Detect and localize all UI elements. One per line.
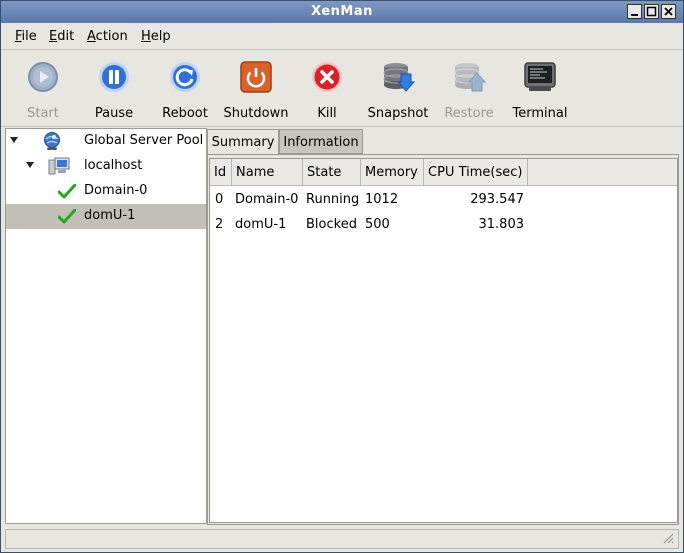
cell-memory: 1012 (365, 192, 399, 207)
menu-edit[interactable]: Edit (49, 29, 74, 44)
server-pool-icon (44, 132, 60, 150)
column-header-memory[interactable]: Memory (361, 159, 424, 186)
start-label: Start (27, 106, 59, 121)
snapshot-button[interactable]: Snapshot (364, 50, 432, 126)
tree-label: Global Server Pool (84, 133, 204, 148)
expander-expanded-icon[interactable] (10, 137, 18, 143)
cell-id: 0 (215, 192, 224, 207)
start-button[interactable]: Start (9, 50, 77, 126)
menu-action[interactable]: Action (87, 29, 128, 44)
menu-file[interactable]: File (15, 29, 37, 44)
close-button[interactable] (661, 4, 676, 19)
tree-item-global-server-pool[interactable]: Global Server Pool (6, 129, 206, 154)
cell-name: domU-1 (235, 217, 287, 232)
cell-state: Blocked (306, 217, 357, 232)
restore-button[interactable]: Restore (435, 50, 503, 126)
cell-cpu-time: 31.803 (478, 217, 525, 232)
maximize-icon (646, 6, 657, 17)
tree-item-domain-0[interactable]: Domain-0 (6, 179, 206, 204)
minimize-icon (631, 14, 638, 16)
tab-information[interactable]: Information (279, 129, 363, 154)
server-tree[interactable]: Global Server Pool localhost Domain-0 do… (5, 128, 207, 524)
xenman-window: XenMan File Edit Action Help Start Pause… (0, 0, 684, 553)
play-icon (28, 62, 58, 92)
tree-label: domU-1 (84, 208, 136, 223)
cell-cpu-time: 293.547 (470, 192, 524, 207)
menu-help[interactable]: Help (141, 29, 171, 44)
tree-label: Domain-0 (84, 183, 148, 198)
tree-item-domu-1[interactable]: domU-1 (6, 204, 206, 229)
terminal-icon (524, 62, 556, 91)
reboot-label: Reboot (162, 106, 208, 121)
pause-label: Pause (94, 106, 134, 121)
column-header-state[interactable]: State (303, 159, 361, 186)
pause-button[interactable]: Pause (80, 50, 148, 126)
column-header-filler (528, 159, 677, 186)
menu-bar: File Edit Action Help (1, 23, 683, 49)
running-check-icon (58, 184, 76, 199)
restore-label: Restore (444, 106, 494, 121)
running-check-icon (58, 209, 76, 224)
maximize-button[interactable] (644, 4, 659, 19)
toolbar: Start Pause Reboot Shutdown Kill Snapsho… (1, 50, 683, 126)
title-bar[interactable]: XenMan (1, 1, 683, 23)
close-icon (664, 7, 673, 16)
column-header-name[interactable]: Name (232, 159, 303, 186)
cell-state: Running (306, 192, 360, 207)
resize-grip-icon[interactable] (663, 533, 674, 544)
shutdown-button[interactable]: Shutdown (222, 50, 290, 126)
minimize-button[interactable] (627, 4, 642, 19)
tree-label: localhost (84, 158, 143, 173)
cell-memory: 500 (365, 217, 390, 232)
expander-expanded-icon[interactable] (26, 162, 34, 168)
kill-button[interactable]: Kill (293, 50, 361, 126)
pause-icon (99, 62, 129, 92)
column-header-id[interactable]: Id (210, 159, 232, 186)
terminal-button[interactable]: Terminal (506, 50, 574, 126)
host-computer-icon (48, 157, 70, 175)
status-bar (5, 529, 679, 549)
tree-item-localhost[interactable]: localhost (6, 154, 206, 179)
cell-name: Domain-0 (235, 192, 299, 207)
column-header-cpu-time[interactable]: CPU Time(sec) (424, 159, 528, 186)
power-icon (240, 61, 272, 93)
snapshot-label: Snapshot (367, 106, 429, 121)
tab-summary[interactable]: Summary (207, 129, 279, 154)
reboot-button[interactable]: Reboot (151, 50, 219, 126)
snapshot-icon (383, 63, 415, 92)
shutdown-label: Shutdown (223, 106, 289, 121)
domain-table[interactable]: Id Name State Memory CPU Time(sec) 0 Dom… (209, 158, 678, 523)
reboot-icon (170, 62, 200, 92)
toolbar-separator (1, 126, 683, 127)
window-title: XenMan (311, 4, 373, 19)
restore-icon (454, 63, 486, 92)
cell-id: 2 (215, 217, 224, 232)
terminal-label: Terminal (512, 106, 568, 121)
kill-icon (312, 62, 342, 92)
kill-label: Kill (317, 106, 337, 121)
